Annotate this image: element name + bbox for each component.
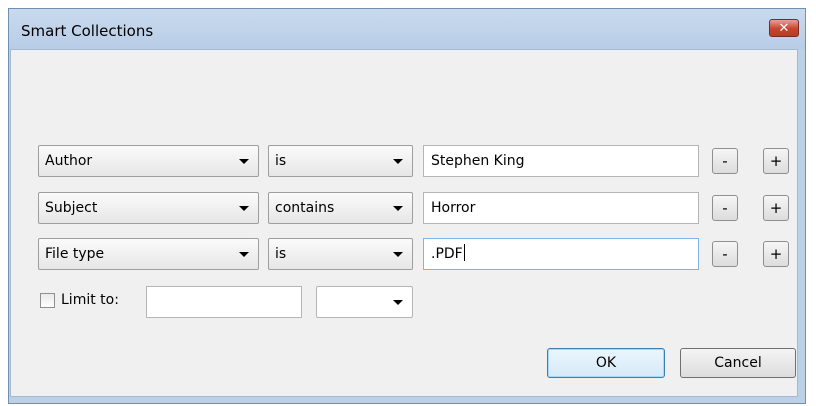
chevron-down-icon [393, 159, 403, 164]
plus-icon: + [769, 152, 783, 170]
ok-button[interactable]: OK [547, 348, 665, 378]
limit-to-label: Limit to: [61, 292, 119, 308]
rule-3-add-button[interactable]: + [763, 241, 789, 267]
rule-2-field-value: Subject [45, 200, 98, 216]
rule-1-value-text: Stephen King [431, 153, 525, 169]
dialog-content: Author is Stephen King - + Subject conta… [10, 49, 798, 397]
limit-unit-select[interactable] [316, 286, 413, 318]
text-caret [463, 244, 465, 261]
rule-3-operator-value: is [275, 246, 287, 262]
plus-icon: + [769, 199, 783, 217]
chevron-down-icon [393, 252, 403, 257]
close-icon: ✕ [778, 21, 790, 36]
chevron-down-icon [239, 159, 249, 164]
limit-to-checkbox[interactable] [40, 293, 55, 308]
rule-3-value-input[interactable]: .PDF [423, 238, 699, 270]
minus-icon: - [722, 245, 728, 263]
chevron-down-icon [393, 206, 403, 211]
rule-1-remove-button[interactable]: - [712, 148, 738, 174]
rule-3-value-text: .PDF [431, 246, 463, 262]
rule-1-value-input[interactable]: Stephen King [423, 145, 699, 177]
rule-3-field-value: File type [45, 246, 105, 262]
minus-icon: - [722, 152, 728, 170]
rule-2-operator-value: contains [275, 200, 335, 216]
close-button[interactable]: ✕ [769, 19, 799, 37]
rule-1-operator-value: is [275, 153, 287, 169]
rule-3-field-select[interactable]: File type [38, 238, 259, 270]
rule-2-value-input[interactable]: Horror [423, 192, 699, 224]
rule-2-field-select[interactable]: Subject [38, 192, 259, 224]
rule-2-add-button[interactable]: + [763, 195, 789, 221]
rule-1-add-button[interactable]: + [763, 148, 789, 174]
rule-3-operator-select[interactable]: is [268, 238, 413, 270]
smart-collections-dialog: Smart Collections ✕ Author is Stephen Ki… [8, 8, 806, 404]
rule-2-value-text: Horror [431, 200, 476, 216]
chevron-down-icon [393, 300, 403, 305]
limit-count-input[interactable] [146, 286, 302, 318]
cancel-button[interactable]: Cancel [680, 348, 796, 378]
title-bar[interactable]: Smart Collections ✕ [9, 9, 805, 49]
chevron-down-icon [239, 206, 249, 211]
rule-3-remove-button[interactable]: - [712, 241, 738, 267]
chevron-down-icon [239, 252, 249, 257]
window-title: Smart Collections [21, 22, 154, 40]
rule-1-field-value: Author [45, 153, 93, 169]
rule-1-field-select[interactable]: Author [38, 145, 259, 177]
rule-1-operator-select[interactable]: is [268, 145, 413, 177]
rule-2-remove-button[interactable]: - [712, 195, 738, 221]
minus-icon: - [722, 199, 728, 217]
rule-2-operator-select[interactable]: contains [268, 192, 413, 224]
plus-icon: + [769, 245, 783, 263]
